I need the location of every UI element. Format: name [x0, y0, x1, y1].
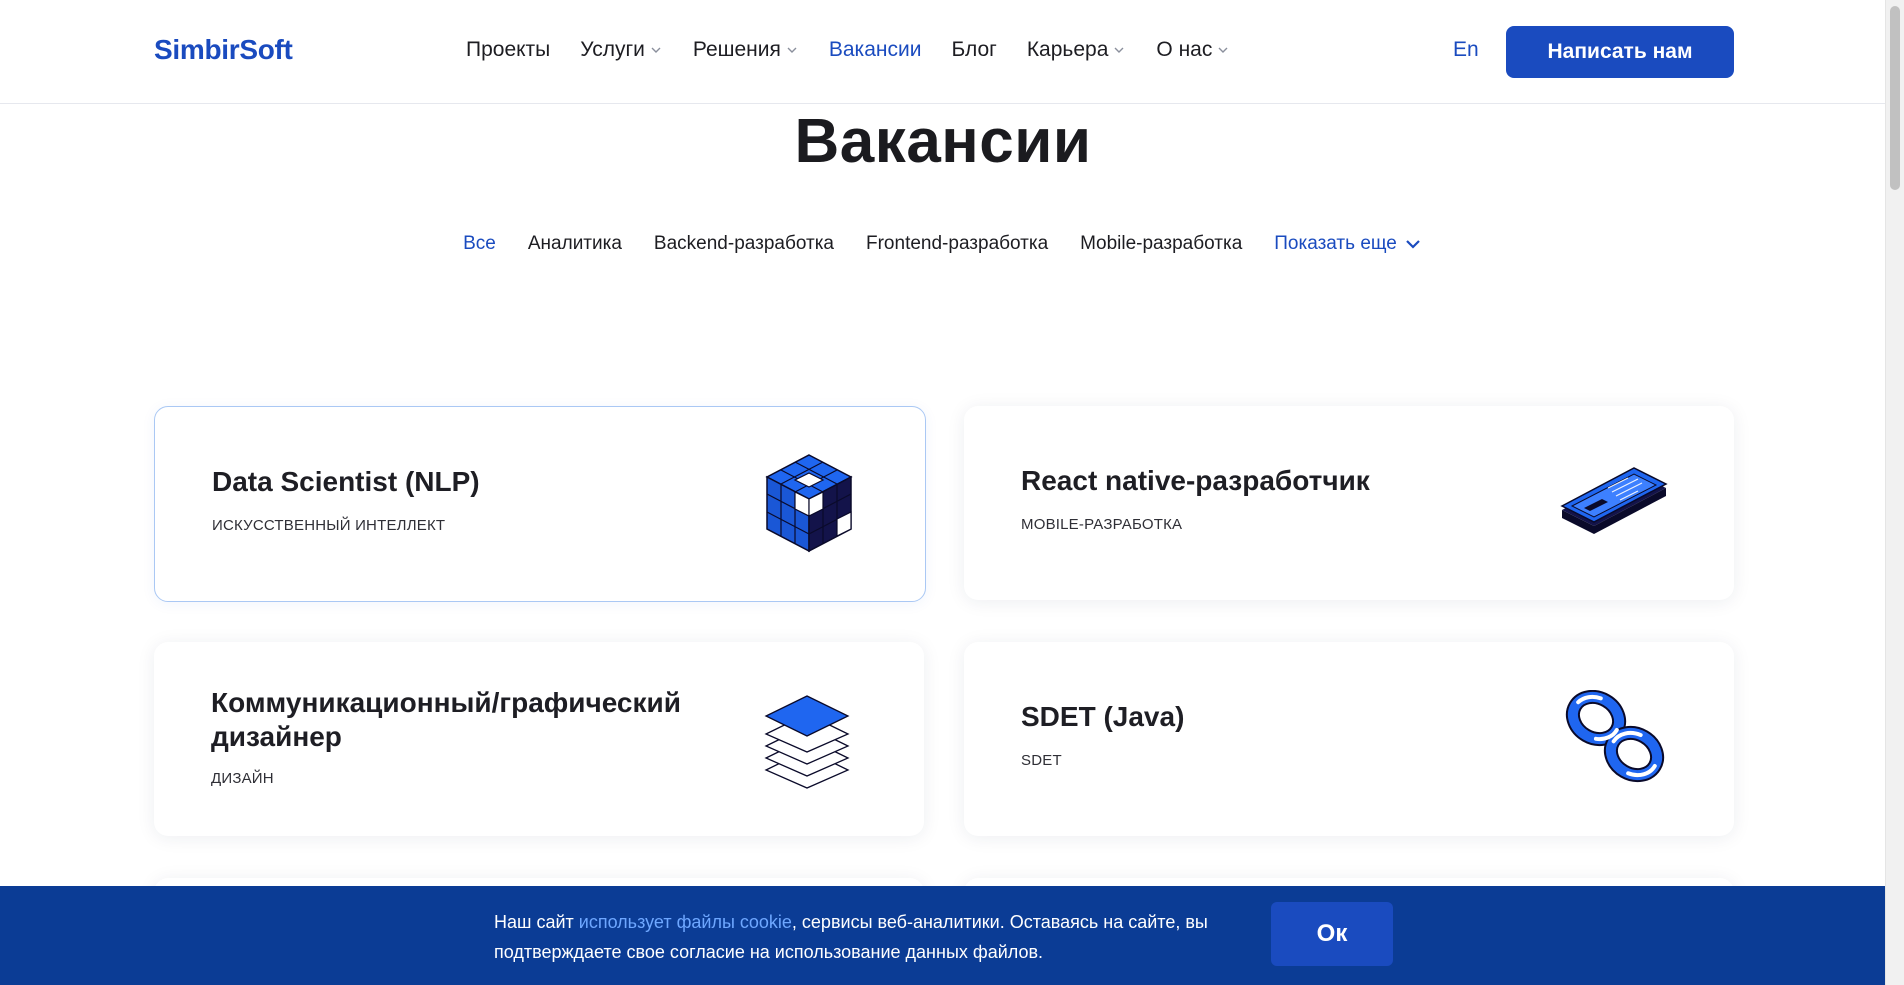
nav-item-label: Проекты — [466, 38, 551, 61]
scrollbar[interactable] — [1885, 0, 1904, 985]
nav-item-services[interactable]: Услуги — [580, 38, 663, 62]
vacancy-card[interactable]: Data Scientist (NLP) ИСКУССТВЕННЫЙ ИНТЕЛ… — [154, 406, 926, 602]
nav-item-label: Вакансии — [828, 38, 922, 61]
vacancy-card[interactable]: SDET (Java) SDET — [964, 642, 1734, 836]
nav-item-vacancies[interactable]: Вакансии — [829, 38, 922, 62]
nav-item-label: Услуги — [580, 38, 645, 61]
vacancy-title: SDET (Java) — [1021, 701, 1185, 732]
logo[interactable]: SimbirSoft — [154, 34, 293, 66]
nav-item-solutions[interactable]: Решения — [693, 38, 799, 62]
nav-item-label: Решения — [692, 38, 781, 61]
nav-item-label: Блог — [951, 38, 997, 61]
cookie-text: Наш сайт использует файлы cookie, сервис… — [494, 907, 1214, 967]
nav-item-blog[interactable]: Блог — [951, 38, 996, 62]
vacancy-card[interactable]: React native-разработчик MOBILE-РАЗРАБОТ… — [964, 406, 1734, 600]
filter-all[interactable]: Все — [463, 233, 496, 255]
vacancy-card[interactable]: Коммуникационный/графический дизайнер ДИ… — [154, 642, 924, 836]
filter-analytics[interactable]: Аналитика — [528, 233, 622, 255]
language-switch[interactable]: En — [1453, 38, 1479, 62]
cookie-accept-button[interactable]: Ок — [1271, 902, 1393, 966]
cookie-banner: Наш сайт использует файлы cookie, сервис… — [0, 886, 1886, 985]
scrollbar-thumb[interactable] — [1890, 6, 1900, 190]
vacancy-category: ДИЗАЙН — [211, 770, 274, 787]
filter-backend[interactable]: Backend-разработка — [654, 233, 834, 255]
filter-frontend[interactable]: Frontend-разработка — [866, 233, 1048, 255]
vacancy-category: SDET — [1021, 752, 1062, 769]
main-nav: Проекты Услуги Решения Вакансии Блог Кар… — [466, 38, 1260, 62]
category-filters: Все Аналитика Backend-разработка Fronten… — [0, 233, 1886, 255]
nav-item-career[interactable]: Карьера — [1027, 38, 1127, 62]
chevron-down-icon — [1406, 240, 1420, 249]
chevron-down-icon — [1218, 47, 1228, 53]
cookie-policy-link[interactable]: использует файлы cookie — [579, 912, 792, 932]
cube-icon — [765, 454, 853, 553]
chevron-down-icon — [1114, 47, 1124, 53]
page-title: Вакансии — [794, 107, 1092, 176]
vacancy-category: ИСКУССТВЕННЫЙ ИНТЕЛЛЕКТ — [212, 517, 446, 534]
show-more-label: Показать еще — [1274, 233, 1397, 254]
nav-item-label: О нас — [1156, 38, 1213, 61]
smartphone-icon — [1560, 467, 1668, 534]
site-header: SimbirSoft Проекты Услуги Решения Ваканс… — [0, 0, 1886, 104]
filter-mobile[interactable]: Mobile-разработка — [1080, 233, 1242, 255]
infinity-icon — [1565, 690, 1665, 783]
vacancy-title: React native-разработчик — [1021, 465, 1370, 496]
nav-item-label: Карьера — [1026, 38, 1109, 61]
vacancy-title: Data Scientist (NLP) — [212, 466, 480, 497]
nav-item-projects[interactable]: Проекты — [466, 38, 550, 62]
layers-icon — [764, 695, 850, 789]
vacancy-category: MOBILE-РАЗРАБОТКА — [1021, 516, 1183, 533]
chevron-down-icon — [651, 47, 661, 53]
nav-item-about[interactable]: О нас — [1156, 38, 1230, 62]
contact-button[interactable]: Написать нам — [1506, 26, 1734, 78]
cookie-text-before: Наш сайт — [494, 912, 579, 932]
chevron-down-icon — [787, 47, 797, 53]
show-more-button[interactable]: Показать еще — [1274, 233, 1423, 255]
vacancy-title: Коммуникационный/графический дизайнер — [211, 687, 681, 752]
